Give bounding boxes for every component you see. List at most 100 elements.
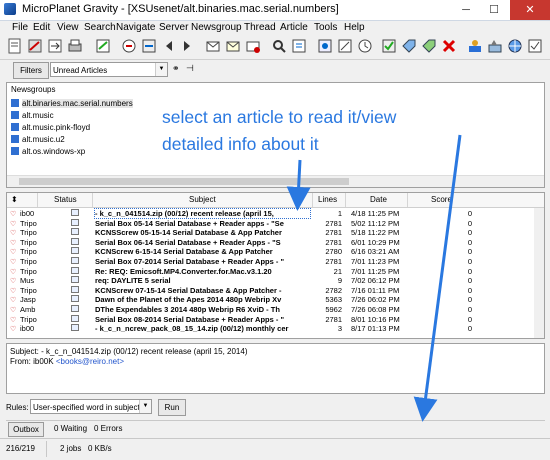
vertical-scrollbar[interactable] [534, 208, 544, 338]
status-icon [71, 257, 81, 266]
menu-file[interactable]: File [12, 22, 28, 33]
minimize-button[interactable]: ─ [452, 0, 480, 20]
prev-icon[interactable] [160, 37, 178, 55]
chevron-down-icon[interactable]: ▼ [139, 400, 151, 413]
help-icon[interactable] [526, 37, 544, 55]
newsgroup-item[interactable]: alt.binaries.mac.serial.numbers [11, 99, 133, 111]
chevron-down-icon[interactable]: ▼ [155, 63, 167, 76]
article-subject: - k_c_n_041514.zip (00/12) recent releas… [94, 208, 311, 219]
menu-newsgroup[interactable]: Newsgroup [191, 22, 242, 33]
from-name: ib00K [33, 357, 54, 366]
horizontal-scrollbar[interactable] [7, 175, 544, 187]
article-row[interactable]: ♡ Mus req: DAYLITE 5 serial 9 7/02 06:12 PM 0 [7, 276, 544, 286]
next-unread-icon[interactable] [140, 37, 158, 55]
column-status[interactable]: Status [54, 195, 77, 204]
status-icon [71, 324, 81, 333]
rules-icon[interactable] [356, 37, 374, 55]
column-subject[interactable]: Subject [189, 195, 216, 204]
toolbar [0, 35, 550, 60]
network-icon[interactable] [506, 37, 524, 55]
from-line: From: ib00K <books@reiro.net> [10, 357, 124, 366]
search-icon[interactable] [270, 37, 288, 55]
view-icon[interactable] [316, 37, 334, 55]
article-subject: KCNScrew 07-15-14 Serial Database & App … [95, 285, 282, 295]
reply-icon[interactable] [26, 37, 44, 55]
article-row[interactable]: ♡ Tripo Serial Box 06-14 Serial Database +… [7, 237, 544, 248]
filter-icon[interactable] [336, 37, 354, 55]
from-email-link[interactable]: <books@reiro.net> [56, 357, 124, 366]
menu-search[interactable]: Search [84, 22, 116, 33]
article-row[interactable]: ♡ Tripo Serial Box 07-2014 Serial Database… [7, 257, 544, 267]
article-from: Amb [20, 305, 36, 314]
filter-select[interactable]: Unread Articles ▼ [50, 62, 168, 77]
column-lines[interactable]: Lines [318, 195, 337, 204]
bookmark-icon[interactable] [290, 37, 308, 55]
connect-icon[interactable] [466, 37, 484, 55]
article-subject: req: DAYLITE 5 serial [95, 276, 171, 286]
status-icon [71, 305, 81, 314]
article-score: 0 [467, 324, 472, 334]
article-from: ib00 [20, 209, 35, 218]
status-icon [71, 285, 81, 295]
article-row[interactable]: ♡ Tripo KCNScrew 6-15-14 Serial Database &… [7, 247, 544, 257]
article-row[interactable]: ♡ Tripo Serial Box 08-2014 Serial Database… [7, 314, 544, 325]
newsgroup-item[interactable]: alt.music.pink-floyd [11, 123, 90, 135]
article-subject: Re: REQ: Emicsoft.MP4.Converter.for.Mac.… [95, 266, 272, 276]
menu-tools[interactable]: Tools [314, 22, 337, 33]
new-article-icon[interactable] [6, 37, 24, 55]
kill-icon[interactable] [440, 37, 458, 55]
outbox-button[interactable]: Outbox [8, 422, 44, 437]
forward-icon[interactable] [46, 37, 64, 55]
menu-server[interactable]: Server [159, 22, 188, 33]
annotation-line-2: detailed info about it [162, 134, 319, 154]
article-lines: 2780 [325, 247, 342, 257]
newsgroup-item[interactable]: alt.os.windows-xp [11, 147, 85, 159]
article-row[interactable]: ♡ Amb DThe Expendables 3 2014 480p Webrip … [7, 305, 544, 315]
article-row[interactable]: ♡ ib00 - k_c_n_041514.zip (00/12) recent r… [7, 208, 544, 219]
rules-select[interactable]: User-specified word in subject ▼ [30, 399, 152, 414]
from-label: From: [10, 357, 31, 366]
next-icon[interactable] [178, 37, 196, 55]
heart-icon: ♡ [10, 287, 17, 295]
status-icon [71, 209, 81, 218]
newsgroup-item[interactable]: alt.music.u2 [11, 135, 65, 147]
mark-read-icon[interactable] [380, 37, 398, 55]
pin-icon[interactable]: ⊣ [186, 63, 194, 74]
menu-view[interactable]: View [57, 22, 79, 33]
menu-help[interactable]: Help [344, 22, 365, 33]
menu-edit[interactable]: Edit [33, 22, 50, 33]
article-from: Tripo [20, 257, 37, 266]
article-row[interactable]: ♡ Tripo KCNScrew 07-15-14 Serial Database … [7, 285, 544, 296]
sort-icon[interactable]: ⬍ [11, 195, 18, 204]
outbox-bar: Outbox 0 Waiting 0 Errors [6, 420, 545, 437]
menu-article[interactable]: Article [280, 22, 308, 33]
scrollbar-thumb[interactable] [19, 178, 349, 185]
column-score[interactable]: Score [431, 195, 452, 204]
article-row[interactable]: ♡ Tripo KCNSScrew 05-15-14 Serial Database… [7, 228, 544, 238]
menu-thread[interactable]: Thread [244, 22, 276, 33]
article-row[interactable]: ♡ Tripo Re: REQ: Emicsoft.MP4.Converter.fo… [7, 266, 544, 277]
menu-navigate[interactable]: Navigate [116, 22, 155, 33]
goto-icon[interactable] [120, 37, 138, 55]
tag-green-icon[interactable] [420, 37, 438, 55]
watch-icon[interactable] [244, 37, 262, 55]
print-icon[interactable] [66, 37, 84, 55]
run-button[interactable]: Run [158, 399, 186, 416]
maximize-button[interactable]: ☐ [480, 0, 508, 20]
filters-button[interactable]: Filters [13, 62, 49, 79]
ignore-icon[interactable] [224, 37, 242, 55]
jobs-count: 2 jobs [60, 444, 82, 453]
tag-icon[interactable] [204, 37, 222, 55]
subject-value: - k_c_n_041514.zip (00/12) recent releas… [41, 347, 248, 356]
article-row[interactable]: ♡ Tripo Serial Box 05-14 Serial Database +… [7, 218, 544, 229]
options-icon[interactable] [486, 37, 504, 55]
heart-icon: ♡ [10, 307, 17, 314]
article-row[interactable]: ♡ ib00 - k_c_n_ncrew_pack_08_15_14.zip (00… [7, 324, 544, 334]
tag-blue-icon[interactable] [400, 37, 418, 55]
newsgroup-item[interactable]: alt.music [11, 111, 54, 123]
article-row[interactable]: ♡ Jasp Dawn of the Planet of the Apes 2014… [7, 295, 544, 305]
save-icon[interactable] [94, 37, 112, 55]
close-button[interactable]: ✕ [510, 0, 550, 20]
column-date[interactable]: Date [370, 195, 387, 204]
link-icon[interactable]: ⚭ [172, 63, 180, 74]
